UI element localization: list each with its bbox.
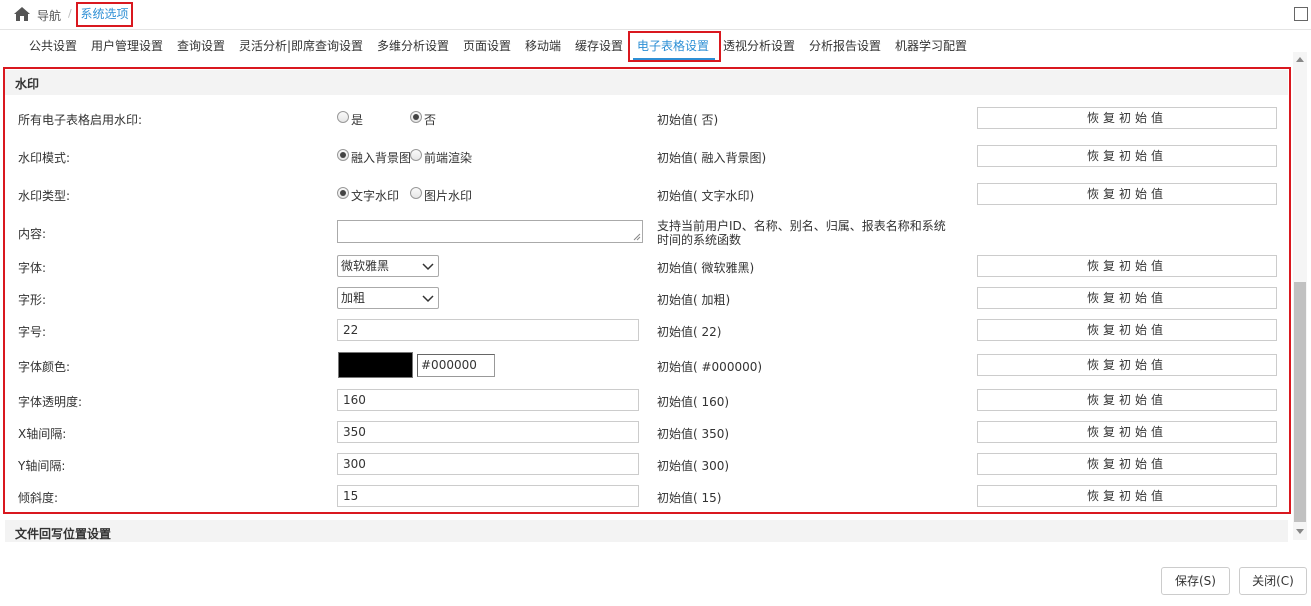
breadcrumb-separator: / xyxy=(68,7,72,20)
tab-cache[interactable]: 缓存设置 xyxy=(575,30,623,62)
watermark-section-highlight xyxy=(3,67,1291,514)
tab-analysis-report[interactable]: 分析报告设置 xyxy=(809,30,881,62)
active-tab-underline xyxy=(633,58,715,60)
close-button[interactable]: 关闭(C) xyxy=(1239,567,1307,595)
maximize-icon[interactable] xyxy=(1294,7,1308,21)
breadcrumb-current[interactable]: 系统选项 xyxy=(76,2,133,27)
tab-flexible-analysis[interactable]: 灵活分析|即席查询设置 xyxy=(239,30,363,62)
tab-public[interactable]: 公共设置 xyxy=(29,30,77,62)
home-icon[interactable] xyxy=(14,7,30,21)
tab-page[interactable]: 页面设置 xyxy=(463,30,511,62)
save-button[interactable]: 保存(S) xyxy=(1161,567,1230,595)
scroll-down-icon[interactable] xyxy=(1296,529,1304,534)
top-bar: 导航 / 系统选项 xyxy=(0,0,1311,30)
tab-multidim-analysis[interactable]: 多维分析设置 xyxy=(377,30,449,62)
scroll-up-icon[interactable] xyxy=(1296,57,1304,62)
breadcrumb-nav[interactable]: 导航 xyxy=(37,7,61,24)
tab-user-management[interactable]: 用户管理设置 xyxy=(91,30,163,62)
tab-mobile[interactable]: 移动端 xyxy=(525,30,561,62)
file-writeback-section-header[interactable]: 文件回写位置设置 xyxy=(5,520,1288,542)
tab-query[interactable]: 查询设置 xyxy=(177,30,225,62)
scroll-thumb[interactable] xyxy=(1294,282,1306,522)
tab-pivot-analysis[interactable]: 透视分析设置 xyxy=(723,30,795,62)
section2-title: 文件回写位置设置 xyxy=(15,527,112,541)
tab-machine-learning[interactable]: 机器学习配置 xyxy=(895,30,967,62)
settings-tabs: 公共设置 用户管理设置 查询设置 灵活分析|即席查询设置 多维分析设置 页面设置… xyxy=(0,30,1311,62)
vertical-scrollbar[interactable] xyxy=(1293,52,1307,540)
